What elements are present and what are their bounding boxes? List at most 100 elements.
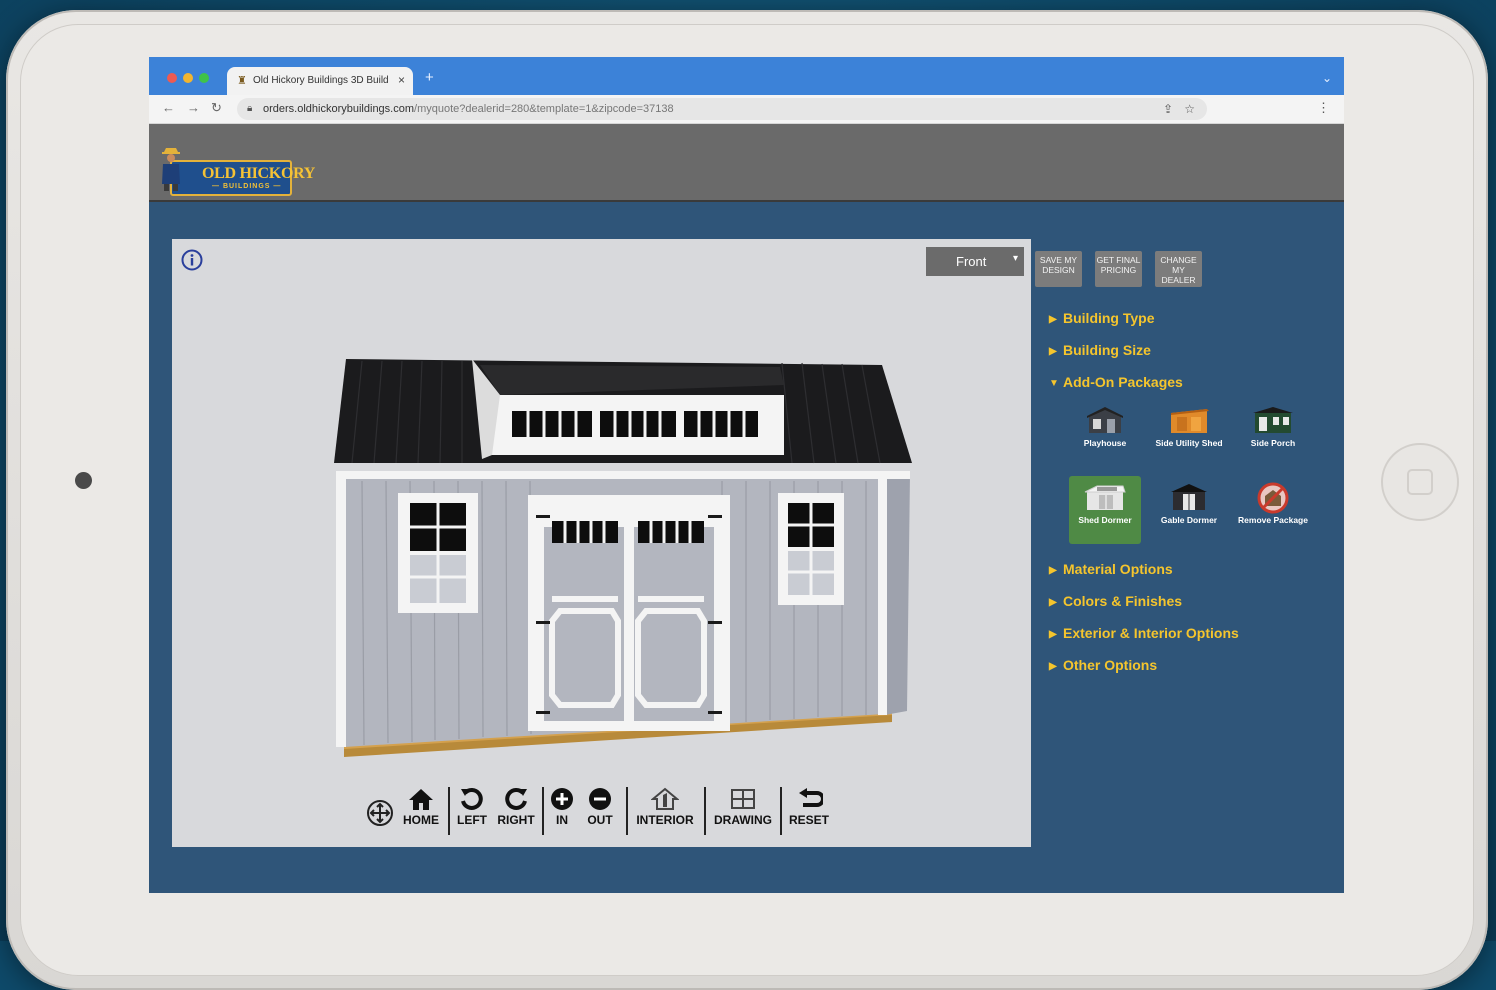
left-label: LEFT (457, 813, 487, 827)
reload-icon[interactable]: ↻ (211, 101, 222, 115)
floor-plan-icon (731, 789, 755, 809)
tab-title: Old Hickory Buildings 3D Build (253, 75, 389, 86)
section-other-options[interactable]: ▶ Other Options (1049, 657, 1157, 673)
options-sidebar: SAVE MY DESIGN GET FINAL PRICING CHANGE … (1033, 239, 1333, 839)
url-path: /myquote?dealerid=280&template=1&zipcode… (414, 103, 674, 115)
rotate-left-icon (461, 787, 483, 810)
forward-arrow-icon[interactable]: → (187, 101, 200, 115)
section-label: Add-On Packages (1063, 374, 1183, 390)
shed-dormer-icon (1084, 485, 1126, 510)
info-icon[interactable] (181, 249, 203, 271)
interior-label: INTERIOR (636, 813, 694, 827)
tab-list-chevron-icon[interactable]: ⌄ (1322, 71, 1332, 85)
toolbar-divider (448, 787, 450, 835)
view-angle-value: Front (956, 254, 987, 269)
home-label: HOME (403, 813, 439, 827)
side-porch-icon (1253, 407, 1293, 433)
save-design-button[interactable]: SAVE MY DESIGN (1035, 251, 1082, 287)
rotate-left-button[interactable]: LEFT (452, 787, 492, 837)
url-domain: orders.oldhickorybuildings.com (263, 103, 415, 115)
section-label: Building Type (1063, 310, 1155, 326)
toolbar-divider (626, 787, 628, 835)
tablet-home-button (1381, 443, 1459, 521)
section-label: Building Size (1063, 342, 1151, 358)
out-label: OUT (587, 813, 613, 827)
section-label: Other Options (1063, 657, 1158, 673)
rotate-right-icon (505, 787, 527, 810)
bookmark-star-icon[interactable]: ☆ (1184, 102, 1195, 116)
toolbar-divider (704, 787, 706, 835)
section-addon-packages[interactable]: ▼ Add-On Packages (1049, 374, 1183, 390)
package-label: Shed Dormer (1078, 515, 1132, 525)
tab-close-icon[interactable]: × (398, 73, 405, 87)
section-material-options[interactable]: ▶ Material Options (1049, 561, 1173, 577)
address-bar: ← → ↻ 🔒︎ orders.oldhickorybuildings.com/… (149, 95, 1344, 124)
section-label: Colors & Finishes (1063, 593, 1183, 609)
lock-icon: 🔒︎ (247, 103, 253, 114)
playhouse-icon (1087, 407, 1123, 433)
browser-menu-icon[interactable]: ⋮ (1317, 100, 1330, 116)
package-label: Gable Dormer (1160, 515, 1218, 525)
caret-right-icon: ▶ (1049, 314, 1057, 325)
package-side-porch[interactable]: Side Porch (1237, 399, 1309, 467)
minimize-window-icon[interactable] (183, 73, 193, 83)
change-dealer-button[interactable]: CHANGE MY DEALER (1155, 251, 1202, 287)
zoom-in-button[interactable]: IN (548, 787, 576, 837)
logo-subtitle: — BUILDINGS — (212, 183, 282, 190)
toolbar-divider (780, 787, 782, 835)
home-icon (409, 789, 433, 810)
zoom-out-icon (589, 788, 611, 810)
home-view-button[interactable]: HOME (400, 787, 442, 837)
logo-title: OLD HICKORY (202, 165, 316, 182)
drawing-label: DRAWING (714, 813, 772, 827)
url-text: orders.oldhickorybuildings.com/myquote?d… (263, 103, 674, 115)
browser-tab[interactable]: ♜ Old Hickory Buildings 3D Build × (227, 67, 413, 95)
interior-view-button[interactable]: INTERIOR (630, 787, 700, 837)
back-arrow-icon[interactable]: ← (162, 101, 175, 115)
3d-viewer[interactable]: Front ▾ HOME LEFT RIGHT IN OUT INTERIOR … (172, 239, 1031, 847)
package-label: Remove Package (1238, 515, 1308, 525)
section-exterior-interior-options[interactable]: ▶ Exterior & Interior Options (1049, 625, 1239, 641)
interior-icon (651, 787, 679, 810)
shed-3d-model[interactable] (322, 359, 922, 769)
logo-figure-icon (162, 148, 180, 191)
favicon-icon: ♜ (237, 75, 247, 87)
caret-right-icon: ▶ (1049, 565, 1057, 576)
tab-bar: ♜ Old Hickory Buildings 3D Build × + ⌄ (149, 57, 1344, 95)
rotate-right-button[interactable]: RIGHT (494, 787, 538, 837)
section-colors-finishes[interactable]: ▶ Colors & Finishes (1049, 593, 1182, 609)
package-gable-dormer[interactable]: Gable Dormer (1153, 476, 1225, 544)
section-building-type[interactable]: ▶ Building Type (1049, 310, 1155, 326)
remove-package-icon (1257, 482, 1289, 514)
maximize-window-icon[interactable] (199, 73, 209, 83)
section-building-size[interactable]: ▶ Building Size (1049, 342, 1151, 358)
new-tab-icon[interactable]: + (425, 70, 434, 85)
drawing-view-button[interactable]: DRAWING (708, 787, 778, 837)
share-icon[interactable]: ⇪ (1163, 102, 1173, 116)
package-playhouse[interactable]: Playhouse (1069, 399, 1141, 467)
dormer-windows (512, 411, 758, 437)
side-utility-shed-icon (1171, 409, 1209, 433)
reset-label: RESET (788, 813, 829, 827)
gable-dormer-icon (1171, 484, 1207, 510)
in-label: IN (556, 813, 568, 827)
package-remove[interactable]: Remove Package (1237, 476, 1309, 544)
logo-badge: OLD HICKORY — BUILDINGS — (170, 160, 315, 196)
package-shed-dormer[interactable]: Shed Dormer (1069, 476, 1141, 544)
reset-button[interactable]: RESET (784, 787, 834, 837)
pan-button[interactable] (366, 787, 394, 837)
close-window-icon[interactable] (167, 73, 177, 83)
url-input[interactable]: 🔒︎ orders.oldhickorybuildings.com/myquot… (237, 98, 1207, 120)
zoom-out-button[interactable]: OUT (584, 787, 616, 837)
section-label: Exterior & Interior Options (1063, 625, 1239, 641)
caret-down-icon: ▼ (1049, 378, 1059, 389)
view-angle-select[interactable]: Front ▾ (926, 247, 1024, 276)
caret-right-icon: ▶ (1049, 346, 1057, 357)
caret-right-icon: ▶ (1049, 661, 1057, 672)
section-label: Material Options (1063, 561, 1173, 577)
caret-right-icon: ▶ (1049, 597, 1057, 608)
package-side-utility-shed[interactable]: Side Utility Shed (1153, 399, 1225, 467)
zoom-in-icon (551, 788, 573, 810)
brand-logo[interactable]: OLD HICKORY — BUILDINGS — (156, 146, 315, 196)
get-final-pricing-button[interactable]: GET FINAL PRICING (1095, 251, 1142, 287)
